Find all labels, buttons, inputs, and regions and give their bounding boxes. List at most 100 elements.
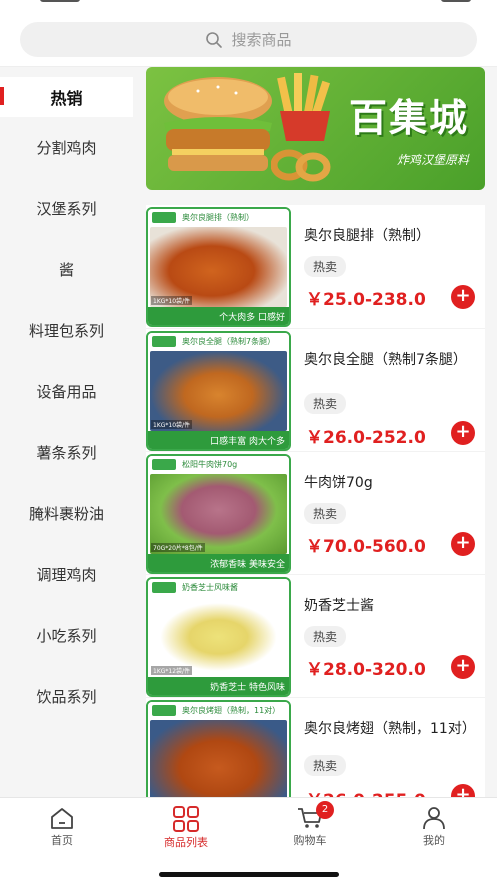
search-header: 搜索商品 (0, 14, 497, 66)
product-price: ￥26.0-252.0 (306, 428, 426, 448)
search-placeholder: 搜索商品 (231, 31, 292, 49)
hot-tag: 热卖 (304, 626, 347, 647)
hot-tag: 热卖 (304, 393, 347, 414)
tab-home[interactable]: 首页 (0, 806, 124, 848)
sidebar-item-chicken-cuts[interactable]: 分割鸡肉 (0, 117, 133, 178)
product-list: 奥尔良腿排（熟制） 1KG*10袋/件 个大肉多 口感好 奥尔良腿排（熟制） 热… (146, 205, 485, 797)
brand-logo-icon (152, 705, 176, 716)
thumb-caption: 个大肉多 口感好 (148, 307, 289, 325)
burger-image (164, 77, 272, 171)
sidebar-item-label: 酱 (58, 261, 74, 279)
product-price: ￥26.0-255.0 (306, 786, 426, 797)
category-sidebar: 热销 分割鸡肉 汉堡系列 酱 料理包系列 设备用品 薯条系列 腌料裹粉油 调理鸡… (0, 67, 133, 797)
tab-label: 商品列表 (164, 836, 208, 849)
product-photo (150, 720, 287, 797)
product-name: 牛肉饼70g (304, 475, 373, 491)
thumb-title: 奥尔良烤翅（熟制，11对） (182, 706, 281, 715)
sidebar-item-meal-pack[interactable]: 料理包系列 (0, 300, 133, 361)
tab-label: 首页 (51, 834, 73, 847)
product-price: ￥70.0-560.0 (306, 537, 426, 557)
search-input[interactable]: 搜索商品 (20, 22, 477, 57)
thumb-title: 奥尔良腿排（熟制） (182, 213, 254, 222)
brand-logo-icon (152, 212, 176, 223)
sidebar-item-label: 汉堡系列 (36, 200, 97, 218)
product-thumbnail: 奥尔良腿排（熟制） 1KG*10袋/件 个大肉多 口感好 (146, 207, 291, 327)
thumb-caption: 浓郁香味 美味安全 (148, 554, 289, 572)
product-thumbnail: 松阳牛肉饼70g 70G*20片*8包/件 浓郁香味 美味安全 (146, 454, 291, 574)
sidebar-item-prepared-chicken[interactable]: 调理鸡肉 (0, 544, 133, 605)
sidebar-item-label: 腌料裹粉油 (28, 505, 104, 523)
thumb-caption: 奶香芝士 特色风味 (148, 677, 289, 695)
thumb-spec: 1KG*10袋/件 (151, 420, 193, 429)
sidebar-item-snacks[interactable]: 小吃系列 (0, 605, 133, 666)
add-to-cart-button[interactable]: + (451, 421, 475, 445)
thumb-spec: 1KG*10袋/件 (151, 296, 193, 305)
product-thumbnail: 奶香芝士风味酱 1KG*12袋/件 奶香芝士 特色风味 (146, 577, 291, 697)
add-to-cart-button[interactable]: + (451, 655, 475, 679)
brand-logo-icon (152, 459, 176, 470)
cart-badge: 2 (316, 801, 334, 819)
sidebar-item-label: 薯条系列 (36, 444, 97, 462)
home-icon (51, 808, 73, 829)
product-name: 奥尔良腿排（熟制） (304, 228, 430, 244)
product-card[interactable]: 奥尔良腿排（熟制） 1KG*10袋/件 个大肉多 口感好 奥尔良腿排（熟制） 热… (146, 205, 485, 328)
sidebar-item-drinks[interactable]: 饮品系列 (0, 666, 133, 727)
hot-tag: 热卖 (304, 256, 347, 277)
search-icon (206, 31, 223, 48)
product-card[interactable]: 奥尔良全腿（熟制7条腿） 1KG*10袋/件 口感丰富 肉大个多 奥尔良全腿（熟… (146, 328, 485, 451)
sidebar-item-label: 热销 (50, 89, 83, 108)
status-time (40, 0, 80, 2)
thumb-spec: 1KG*12袋/件 (151, 666, 193, 675)
product-card[interactable]: 奶香芝士风味酱 1KG*12袋/件 奶香芝士 特色风味 奶香芝士酱 热卖 ￥28… (146, 574, 485, 697)
tab-label: 购物车 (293, 834, 327, 847)
product-photo (150, 474, 287, 554)
banner-title: 百集城 (348, 95, 469, 140)
sidebar-item-fries[interactable]: 薯条系列 (0, 422, 133, 483)
product-photo (150, 351, 287, 431)
sidebar-item-marinade[interactable]: 腌料裹粉油 (0, 483, 133, 544)
brand-logo-icon (152, 336, 176, 347)
add-to-cart-button[interactable]: + (451, 532, 475, 556)
sidebar-item-label: 小吃系列 (36, 627, 97, 645)
brand-logo-icon (152, 582, 176, 593)
home-indicator (159, 872, 339, 877)
hot-tag: 热卖 (304, 503, 347, 524)
product-card[interactable]: 松阳牛肉饼70g 70G*20片*8包/件 浓郁香味 美味安全 牛肉饼70g 热… (146, 451, 485, 574)
sidebar-item-burger[interactable]: 汉堡系列 (0, 178, 133, 239)
product-photo (150, 227, 287, 307)
product-thumbnail: 奥尔良烤翅（熟制，11对） (146, 700, 291, 797)
product-name: 奶香芝士酱 (304, 598, 374, 614)
fries-image (277, 73, 330, 141)
banner-subtitle: 炸鸡汉堡原料 (396, 153, 469, 167)
product-card[interactable]: 奥尔良烤翅（熟制，11对） 奥尔良烤翅（熟制，11对） 热卖 ￥26.0-255… (146, 697, 485, 797)
product-name: 奥尔良烤翅（熟制，11对） (304, 721, 476, 737)
product-thumbnail: 奥尔良全腿（熟制7条腿） 1KG*10袋/件 口感丰富 肉大个多 (146, 331, 291, 451)
sidebar-item-label: 设备用品 (36, 383, 97, 401)
tab-cart[interactable]: 2 购物车 (248, 801, 372, 848)
promo-banner[interactable]: 百集城 炸鸡汉堡原料 (146, 67, 485, 190)
tab-label: 我的 (423, 834, 445, 847)
thumb-title: 奶香芝士风味酱 (182, 583, 238, 592)
tab-mine[interactable]: 我的 (372, 806, 496, 848)
thumb-title: 松阳牛肉饼70g (182, 460, 238, 469)
sidebar-item-label: 调理鸡肉 (36, 566, 97, 584)
product-name: 奥尔良全腿（熟制7条腿） (304, 352, 467, 368)
sidebar-item-label: 料理包系列 (28, 322, 104, 340)
tab-product-list[interactable]: 商品列表 (124, 806, 248, 850)
sidebar-item-sauce[interactable]: 酱 (0, 239, 133, 300)
status-battery-icon (441, 0, 471, 2)
onion-rings-image (271, 149, 331, 182)
sidebar-item-hot[interactable]: 热销 (0, 77, 133, 117)
grid-icon (173, 806, 199, 832)
add-to-cart-button[interactable]: + (451, 784, 475, 797)
sidebar-item-equipment[interactable]: 设备用品 (0, 361, 133, 422)
product-content: 百集城 炸鸡汉堡原料 奥尔良腿排（熟制） 1KG*10袋/件 个大肉多 口感好 … (133, 67, 497, 797)
sidebar-item-label: 分割鸡肉 (36, 139, 97, 157)
add-to-cart-button[interactable]: + (451, 285, 475, 309)
product-price: ￥28.0-320.0 (306, 660, 426, 680)
thumb-title: 奥尔良全腿（熟制7条腿） (182, 337, 276, 346)
thumb-spec: 70G*20片*8包/件 (151, 543, 205, 552)
user-icon (423, 807, 445, 830)
status-bar (0, 0, 497, 14)
product-price: ￥25.0-238.0 (306, 290, 426, 310)
